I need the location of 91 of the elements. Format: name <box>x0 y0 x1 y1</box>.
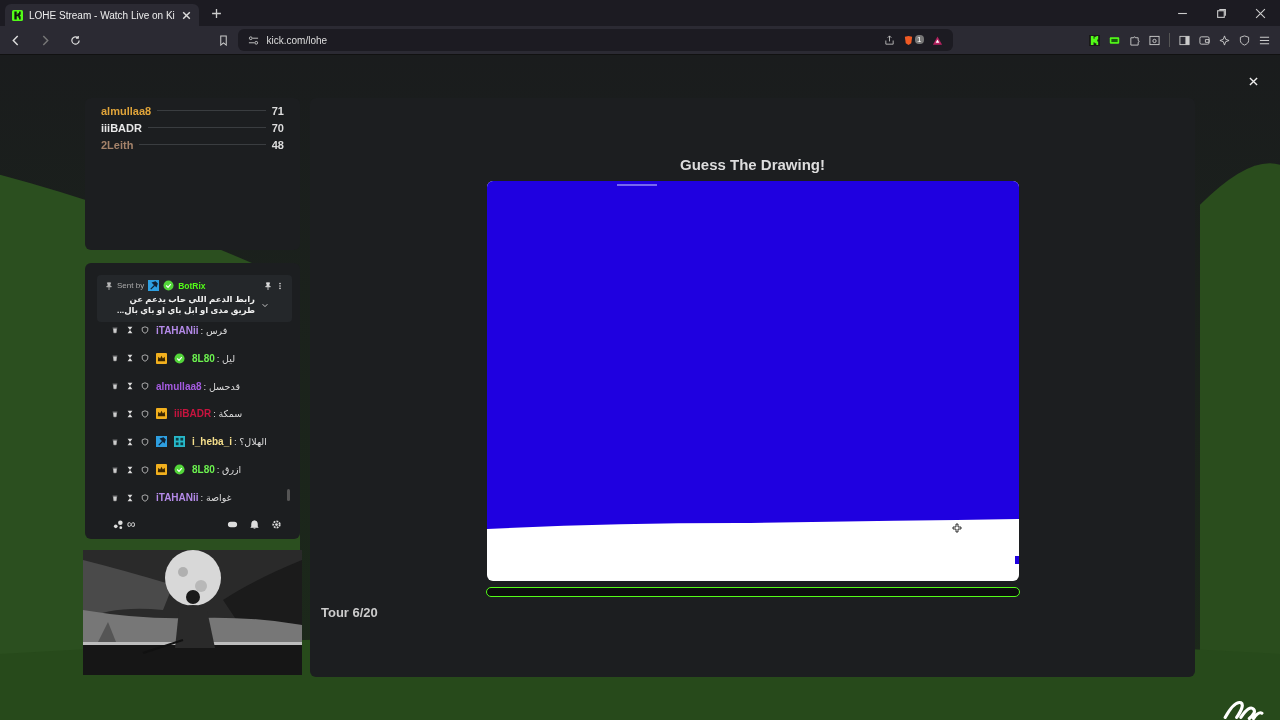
player-score: 48 <box>271 138 284 151</box>
menu-icon[interactable] <box>1259 34 1270 46</box>
pin-icon <box>105 281 113 290</box>
player-score: 71 <box>271 104 284 117</box>
crown-badge-icon <box>156 464 167 476</box>
chat-username[interactable]: 8L80 <box>192 464 215 476</box>
lion-shield-icon[interactable] <box>903 34 915 46</box>
triangle-icon[interactable] <box>931 34 943 46</box>
shield-icon[interactable] <box>141 326 149 335</box>
player-score: 70 <box>271 121 284 134</box>
bookmark-icon[interactable] <box>217 34 229 46</box>
chat-message: : ليل <box>215 352 236 364</box>
round-counter: Tour 6/20 <box>320 604 379 620</box>
chat-username[interactable]: i_heba_i <box>192 436 233 448</box>
crown-badge-icon <box>156 352 167 364</box>
address-bar[interactable]: kick.com/lohe 1 <box>237 29 953 51</box>
verified-badge-icon <box>174 464 185 476</box>
trash-icon[interactable] <box>111 465 119 474</box>
hourglass-icon[interactable] <box>126 382 134 391</box>
share-icon[interactable] <box>884 34 896 46</box>
hourglass-icon[interactable] <box>126 493 134 502</box>
drawing-canvas[interactable] <box>486 181 1019 581</box>
more-icon[interactable] <box>276 281 284 290</box>
pin-icon[interactable] <box>264 281 272 290</box>
forward-icon[interactable] <box>40 34 51 46</box>
k-logo-icon <box>12 9 23 21</box>
chat-message: : الهلال؟ <box>233 436 267 448</box>
chat-username[interactable]: 8L80 <box>192 352 215 364</box>
chevron-down-icon[interactable] <box>261 301 269 310</box>
reload-icon[interactable] <box>70 34 81 46</box>
chat-message: : فرس <box>199 324 228 336</box>
shield-icon[interactable] <box>141 409 149 418</box>
puzzle-icon[interactable] <box>1129 34 1140 46</box>
chat-username[interactable]: iTAHANii <box>156 324 199 336</box>
tab-title: LOHE Stream - Watch Live on Ki <box>29 9 175 21</box>
hourglass-icon[interactable] <box>126 437 134 446</box>
hourglass-icon[interactable] <box>126 465 134 474</box>
sparkle-icon[interactable] <box>1219 34 1230 46</box>
close-icon[interactable] <box>180 9 192 21</box>
player-name: almullaa8 <box>101 104 152 117</box>
window-search-icon[interactable] <box>1149 34 1160 46</box>
browser-tab[interactable]: LOHE Stream - Watch Live on Ki <box>5 4 199 26</box>
bot-username[interactable]: BotRix <box>178 280 206 291</box>
player-name: 2Leith <box>101 138 134 151</box>
chat-message: : غواصة <box>199 492 232 503</box>
hourglass-icon[interactable] <box>126 326 134 335</box>
settings-icon[interactable] <box>271 518 282 530</box>
trash-icon[interactable] <box>111 354 119 363</box>
k-logo-icon[interactable] <box>1089 34 1100 46</box>
shield-icon[interactable] <box>141 437 149 446</box>
new-tab-icon[interactable] <box>210 7 222 19</box>
verified-badge-icon <box>174 352 185 364</box>
blocked-count: 1 <box>915 34 924 44</box>
pinned-text: رابط الدعم اللي حاب يدعم عن طريق مدى او ابل باي او باي بال... <box>116 294 255 317</box>
cursor-icon <box>951 523 962 533</box>
chat-username[interactable]: iTAHANii <box>156 492 199 503</box>
trash-icon[interactable] <box>111 437 119 446</box>
extension-icon[interactable] <box>1109 34 1120 46</box>
chat-message: : قدحسل <box>202 380 240 392</box>
back-icon[interactable] <box>10 34 21 46</box>
trash-icon[interactable] <box>111 326 119 335</box>
shield-icon[interactable] <box>141 465 149 474</box>
shield-icon[interactable] <box>141 354 149 363</box>
player-name: iiiBADR <box>101 121 142 134</box>
url-text: kick.com/lohe <box>266 34 328 46</box>
viewer-count: ∞ <box>127 517 136 531</box>
chat-message: : ازرق <box>215 464 242 476</box>
hourglass-icon[interactable] <box>126 409 134 418</box>
crown-badge-icon <box>156 408 167 420</box>
chat-message: : سمكة <box>212 408 243 420</box>
dots-icon[interactable] <box>113 518 124 530</box>
site-settings-icon <box>247 34 259 46</box>
chat-username[interactable]: almullaa8 <box>156 380 202 392</box>
game-title: Guess The Drawing! <box>680 156 825 173</box>
hammer-badge-icon <box>156 436 167 448</box>
trash-icon[interactable] <box>111 382 119 391</box>
shield-icon[interactable] <box>1239 34 1250 46</box>
bell-icon[interactable] <box>249 518 260 530</box>
close-icon[interactable] <box>1255 7 1266 19</box>
shield-icon[interactable] <box>141 493 149 502</box>
sidebar-icon[interactable] <box>1179 34 1190 46</box>
shield-icon[interactable] <box>141 382 149 391</box>
wallet-icon[interactable] <box>1199 34 1210 46</box>
restore-icon[interactable] <box>1216 7 1227 19</box>
sent-by-label: Sent by <box>117 281 145 290</box>
verified-badge-icon <box>163 280 175 291</box>
trash-icon[interactable] <box>111 493 119 502</box>
hammer-badge-icon <box>148 280 160 291</box>
hourglass-icon[interactable] <box>126 354 134 363</box>
og-badge-icon <box>174 436 185 448</box>
trash-icon[interactable] <box>111 409 119 418</box>
